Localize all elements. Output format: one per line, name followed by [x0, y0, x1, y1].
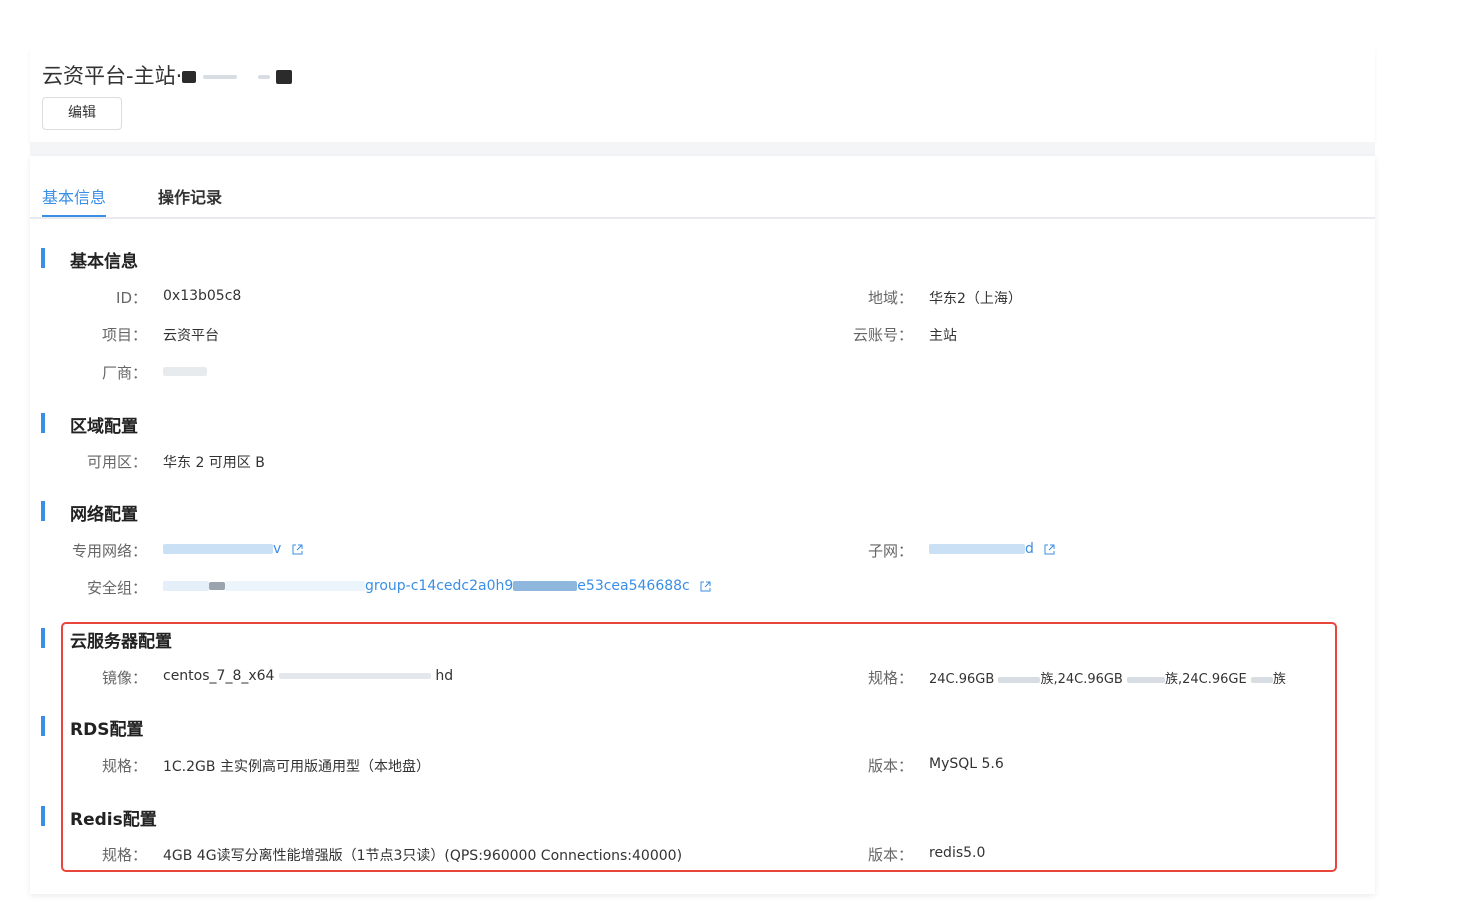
image-value-end: hd	[435, 668, 454, 684]
vpc-link[interactable]: v	[163, 541, 303, 557]
image-value: centos_7_8_x64 hd	[163, 668, 453, 684]
tab-basic-info[interactable]: 基本信息	[42, 184, 107, 217]
project-value: 云资平台	[163, 328, 219, 344]
security-group-value: group-c14cedc2a0h9	[365, 578, 514, 594]
vpc-label: 专用网络：	[71, 542, 147, 560]
region-label: 地域：	[867, 289, 913, 307]
edit-button[interactable]: 编辑	[42, 97, 122, 130]
server-spec-seg1: 族,24C.96GB	[1040, 672, 1123, 687]
security-group-link[interactable]: group-c14cedc2a0h9 e53cea546688c	[163, 578, 711, 594]
rds-spec-label: 规格：	[101, 757, 147, 775]
redacted-mark	[163, 544, 273, 554]
page-title-text: 云资平台-主站·	[42, 64, 183, 88]
id-value: 0x13b05c8	[163, 288, 242, 304]
redacted-mark	[225, 581, 365, 591]
vpc-value: v	[273, 541, 282, 557]
redacted-mark	[1127, 676, 1165, 683]
redis-spec-label: 规格：	[101, 846, 147, 864]
vendor-value	[163, 363, 207, 379]
external-link-icon[interactable]	[700, 581, 711, 592]
security-group-label: 安全组：	[86, 579, 147, 597]
section-marker	[41, 806, 45, 826]
subnet-link[interactable]: d	[929, 541, 1055, 557]
external-link-icon[interactable]	[1044, 544, 1055, 555]
section-title-network: 网络配置	[70, 505, 138, 525]
security-group-value-tail: e53cea546688c	[577, 578, 690, 594]
zone-label: 可用区：	[86, 453, 147, 471]
redacted-mark	[182, 71, 197, 83]
region-value: 华东2（上海）	[929, 291, 1022, 307]
section-title-rds: RDS配置	[70, 720, 144, 740]
section-title-server: 云服务器配置	[70, 632, 172, 652]
redis-version-value: redis5.0	[929, 845, 986, 861]
server-spec-label: 规格：	[867, 669, 913, 687]
redacted-mark	[163, 366, 207, 376]
server-spec-seg2: 族,24C.96GE	[1165, 672, 1247, 687]
redacted-mark	[278, 673, 431, 679]
subnet-label: 子网：	[867, 542, 913, 560]
redacted-mark	[1250, 676, 1273, 683]
image-label: 镜像：	[101, 669, 147, 687]
account-value: 主站	[929, 328, 957, 344]
redacted-mark	[257, 75, 270, 79]
section-marker	[41, 248, 45, 268]
external-link-icon[interactable]	[292, 544, 303, 555]
project-label: 项目：	[101, 326, 147, 344]
rds-version-label: 版本：	[867, 757, 913, 775]
redacted-mark	[276, 70, 293, 84]
section-title-basic: 基本信息	[70, 252, 138, 272]
account-label: 云账号：	[852, 326, 913, 344]
section-marker	[41, 716, 45, 736]
image-value-start: centos_7_8_x64	[163, 668, 275, 684]
redacted-mark	[929, 544, 1025, 554]
tab-operation-log[interactable]: 操作记录	[158, 184, 222, 208]
redacted-mark	[998, 676, 1041, 683]
redacted-mark	[163, 581, 209, 591]
section-marker	[41, 501, 45, 521]
tab-bar: 基本信息 操作记录	[30, 180, 1375, 219]
zone-value: 华东 2 可用区 B	[163, 455, 265, 471]
redis-spec-value: 4GB 4G读写分离性能增强版（1节点3只读）(QPS:960000 Conne…	[163, 848, 683, 864]
rds-spec-value: 1C.2GB 主实例高可用版通用型（本地盘）	[163, 759, 430, 775]
subnet-value: d	[1025, 541, 1034, 557]
section-marker	[41, 413, 45, 433]
server-spec-text: 24C.96GB	[929, 672, 995, 687]
page-title: 云资平台-主站·	[42, 60, 293, 90]
redacted-mark	[513, 581, 578, 591]
header-card: 云资平台-主站· 编辑	[30, 48, 1375, 142]
vendor-label: 厂商：	[101, 364, 147, 382]
redacted-mark	[209, 582, 225, 590]
page-background-gap	[30, 142, 1375, 156]
section-title-zone: 区域配置	[70, 417, 138, 437]
section-marker	[41, 628, 45, 648]
rds-version-value: MySQL 5.6	[929, 756, 1004, 772]
redis-version-label: 版本：	[867, 846, 913, 864]
section-title-redis: Redis配置	[70, 810, 157, 830]
detail-card: 基本信息 操作记录 基本信息 ID： 0x13b05c8 地域： 华东2（上海）…	[30, 156, 1375, 894]
server-spec-value: 24C.96GB 族,24C.96GB 族,24C.96GE 族	[929, 668, 1286, 687]
id-label: ID：	[116, 289, 147, 307]
redacted-mark	[202, 75, 237, 79]
server-spec-seg3: 族	[1272, 672, 1286, 687]
